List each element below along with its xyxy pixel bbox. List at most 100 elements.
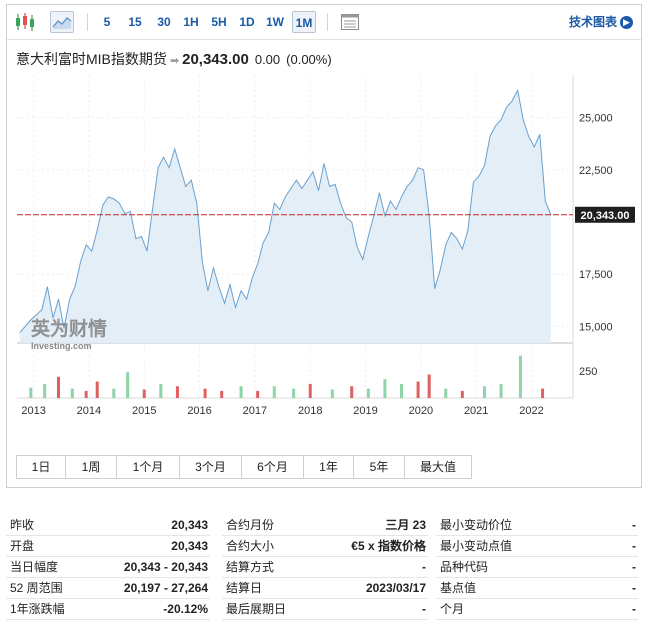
range-1y[interactable]: 1年 (304, 456, 354, 478)
y-tick-label: 22,500 (579, 165, 613, 177)
range-max[interactable]: 最大值 (405, 456, 471, 478)
volume-bar (444, 388, 448, 398)
stat-row: 合约月份 三月 23 (222, 515, 428, 536)
stat-value: -20.12% (163, 602, 208, 616)
price-area-fill (19, 90, 551, 344)
volume-bar (383, 379, 387, 398)
volume-bar (399, 383, 403, 398)
stat-label: 1年涨跌幅 (10, 602, 65, 616)
stat-row: 合约大小 €5 x 指数价格 (222, 536, 428, 557)
volume-bar (203, 388, 207, 398)
volume-bar (427, 374, 431, 398)
stat-label: 结算方式 (226, 560, 275, 574)
x-tick-label: 2021 (464, 405, 488, 417)
volume-bar (43, 383, 47, 398)
x-tick-label: 2016 (187, 405, 211, 417)
x-tick-label: 2020 (409, 405, 433, 417)
current-price-label: 20,343.00 (581, 210, 630, 222)
range-1w[interactable]: 1周 (66, 456, 117, 478)
stat-value: - (632, 602, 636, 616)
volume-bar (499, 383, 503, 398)
stat-value: €5 x 指数价格 (351, 539, 426, 553)
stat-value: 20,343 - 20,343 (123, 560, 208, 574)
volume-bar (95, 381, 99, 398)
volume-bar (84, 390, 88, 398)
volume-bar (142, 389, 146, 398)
stat-value: - (632, 560, 636, 574)
stat-label: 昨收 (10, 518, 35, 532)
volume-bar (541, 388, 545, 398)
x-tick-label: 2019 (353, 405, 377, 417)
volume-bar (220, 390, 224, 398)
stat-label: 最小变动点值 (440, 539, 513, 553)
stat-value: - (422, 602, 426, 616)
watermark-logo: 英为财情 (31, 317, 107, 340)
volume-bar (112, 388, 116, 398)
stat-row: 最小变动点值 - (436, 536, 638, 557)
y-tick-label: 15,000 (579, 321, 613, 333)
range-6m[interactable]: 6个月 (242, 456, 304, 478)
volume-bar (416, 381, 420, 398)
stat-row: 结算方式 - (222, 557, 428, 578)
volume-bar (330, 389, 334, 398)
stat-value: 20,343 (171, 539, 208, 553)
stat-label: 最后展期日 (226, 602, 287, 616)
stat-row: 开盘 20,343 (6, 536, 210, 557)
volume-bar (366, 388, 370, 398)
volume-bar (256, 390, 260, 398)
volume-bar (308, 383, 312, 398)
stat-value: - (632, 581, 636, 595)
stat-row: 基点值 - (436, 578, 638, 599)
x-tick-label: 2015 (132, 405, 156, 417)
x-tick-label: 2014 (77, 405, 101, 417)
stat-row: 结算日 2023/03/17 (222, 578, 428, 599)
stat-row: 当日幅度 20,343 - 20,343 (6, 557, 210, 578)
range-selector: 1日 1周 1个月 3个月 6个月 1年 5年 最大值 (16, 455, 472, 479)
stats-column-2: 合约月份 三月 23 合约大小 €5 x 指数价格 结算方式 - 结算日 2023/03… (222, 515, 428, 620)
x-tick-label: 2022 (519, 405, 543, 417)
range-1d[interactable]: 1日 (17, 456, 66, 478)
stat-value: 三月 23 (385, 518, 426, 532)
volume-bar (518, 355, 522, 398)
volume-bar (239, 386, 243, 398)
stat-label: 52 周范围 (10, 581, 63, 595)
stat-value: - (632, 539, 636, 553)
volume-bar (482, 386, 486, 398)
watermark-caption: Investing.com (31, 341, 92, 351)
stat-value: - (422, 560, 426, 574)
stat-value: - (632, 518, 636, 532)
stat-row: 最后展期日 - (222, 599, 428, 620)
volume-bar (56, 376, 60, 398)
volume-bar (350, 386, 354, 398)
stat-label: 品种代码 (440, 560, 489, 574)
chart-panel: 5 15 30 1H 5H 1D 1W 1M 技术图表 ▶ 意大利富时MIB指数期… (6, 4, 642, 488)
volume-bar (70, 388, 74, 398)
volume-tick-label: 250 (579, 366, 597, 378)
price-chart[interactable]: 20,343.00 15,000 17,500 22,500 25,000 250 2013… (7, 5, 641, 445)
stat-label: 结算日 (226, 581, 263, 595)
volume-bar (175, 386, 179, 398)
volume-bar (29, 387, 33, 398)
stat-row: 品种代码 - (436, 557, 638, 578)
volume-bar (292, 388, 296, 398)
stat-label: 个月 (440, 602, 465, 616)
volume-bar (126, 372, 130, 398)
stats-column-3: 最小变动价位 - 最小变动点值 - 品种代码 - 基点值 - 个月 - (436, 515, 638, 620)
stat-label: 开盘 (10, 539, 35, 553)
range-1m[interactable]: 1个月 (117, 456, 180, 478)
y-tick-label: 17,500 (579, 269, 613, 281)
stat-row: 52 周范围 20,197 - 27,264 (6, 578, 210, 599)
x-tick-label: 2017 (243, 405, 267, 417)
volume-bar (159, 383, 163, 398)
stat-label: 基点值 (440, 581, 477, 595)
stat-row: 1年涨跌幅 -20.12% (6, 599, 210, 620)
stat-row: 最小变动价位 - (436, 515, 638, 536)
volume-bar (272, 386, 276, 398)
y-tick-label: 25,000 (579, 113, 613, 125)
range-5y[interactable]: 5年 (354, 456, 405, 478)
range-3m[interactable]: 3个月 (180, 456, 242, 478)
x-tick-label: 2013 (21, 405, 45, 417)
stat-label: 最小变动价位 (440, 518, 513, 532)
stat-label: 合约大小 (226, 539, 275, 553)
stats-column-1: 昨收 20,343 开盘 20,343 当日幅度 20,343 - 20,343 52… (6, 515, 210, 620)
